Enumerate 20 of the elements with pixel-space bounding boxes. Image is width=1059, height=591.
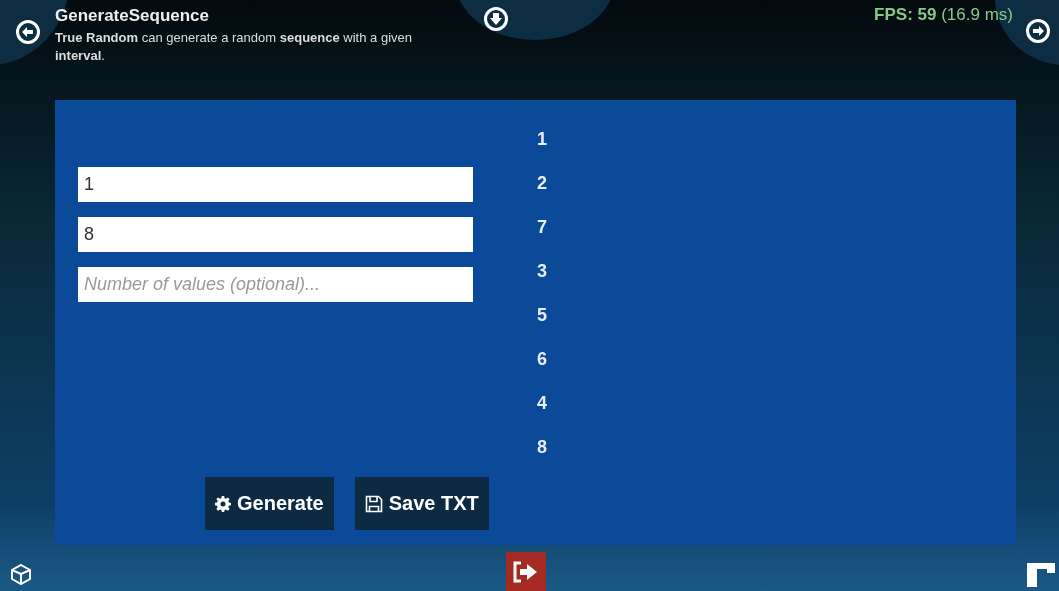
- description-text: True Random can generate a random sequence with a given interval.: [55, 29, 413, 65]
- exit-button[interactable]: [506, 552, 546, 591]
- result-number: 4: [536, 392, 548, 415]
- input-field[interactable]: Number of values (optional)...: [78, 267, 473, 302]
- result-number: 5: [536, 304, 548, 327]
- save-button[interactable]: Save TXT: [354, 477, 489, 530]
- fps-counter: FPS: 59 (16.9 ms): [874, 5, 1013, 24]
- input-field[interactable]: 8: [78, 217, 473, 252]
- page-title: GenerateSequence: [55, 6, 210, 26]
- cube-logo-icon[interactable]: [10, 563, 32, 585]
- input-field[interactable]: 1: [78, 167, 473, 202]
- gear-icon: [215, 495, 231, 512]
- result-number: 8: [536, 436, 548, 459]
- result-number: 7: [536, 216, 548, 239]
- result-number: 6: [536, 348, 548, 371]
- result-number: 3: [536, 260, 548, 283]
- result-number: 2: [536, 172, 548, 195]
- result-number: 1: [536, 128, 548, 151]
- generate-button[interactable]: Generate: [205, 477, 334, 530]
- exit-arrow-icon: [513, 560, 539, 583]
